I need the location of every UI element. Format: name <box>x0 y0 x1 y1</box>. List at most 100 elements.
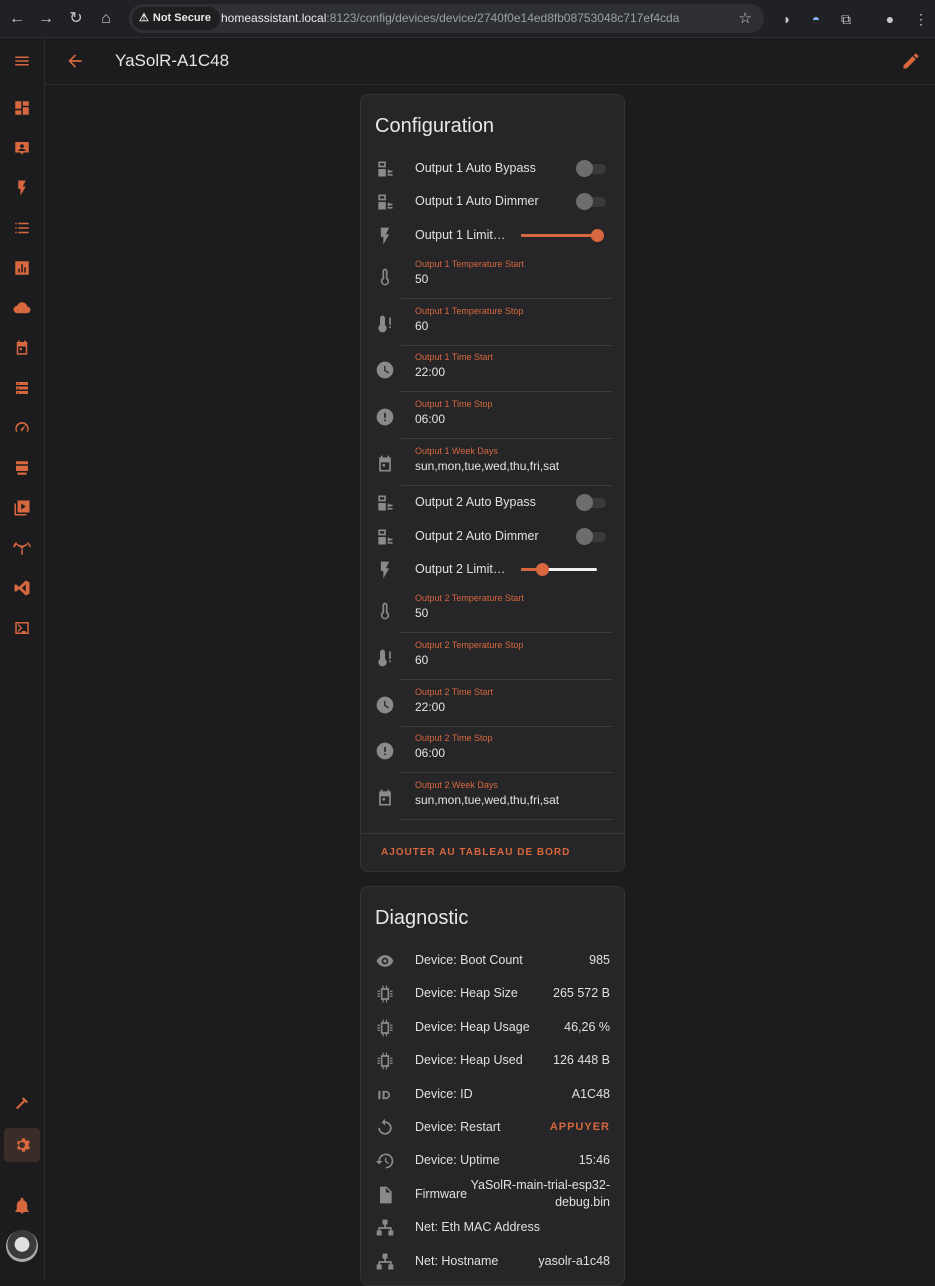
page-header: YaSolR-A1C48 <box>45 38 935 85</box>
terminal-icon[interactable] <box>4 611 40 645</box>
diagnostic-row: Device: Restart APPUYER <box>361 1111 624 1144</box>
row-label: Output 2 Auto Bypass <box>415 495 536 510</box>
row-label: Device: Heap Used <box>415 1053 523 1068</box>
text-field[interactable]: Output 2 Temperature Stop 60 <box>361 634 624 681</box>
flash-icon <box>375 226 395 246</box>
list-icon[interactable] <box>4 211 40 245</box>
diagnostic-row: Device: ID A1C48 <box>361 1078 624 1111</box>
text-field[interactable]: Output 2 Time Start 22:00 <box>361 681 624 728</box>
flash-icon[interactable] <box>4 171 40 205</box>
calendar-icon <box>375 454 395 474</box>
field-box[interactable]: Output 1 Time Start 22:00 <box>401 346 612 393</box>
text-field[interactable]: Output 1 Temperature Stop 60 <box>361 300 624 347</box>
back-arrow-icon[interactable] <box>65 51 85 71</box>
text-field[interactable]: Output 2 Week Days sun,mon,tue,wed,thu,fr… <box>361 774 624 821</box>
field-box[interactable]: Output 1 Temperature Stop 60 <box>401 300 612 346</box>
back-arrow-icon[interactable]: ← <box>7 9 27 29</box>
limit-slider[interactable] <box>521 228 604 242</box>
media-icon[interactable] <box>4 491 40 525</box>
restart-press-button[interactable]: APPUYER <box>550 1111 610 1144</box>
field-value[interactable]: sun,mon,tue,wed,thu,fri,sat <box>415 793 559 807</box>
field-value[interactable]: sun,mon,tue,wed,thu,fri,sat <box>415 459 559 473</box>
field-value[interactable]: 22:00 <box>415 365 445 379</box>
slider-thumb[interactable] <box>591 228 604 242</box>
url-text[interactable]: homeassistant.local:8123/config/devices/… <box>221 4 679 33</box>
row-label: Device: Heap Size <box>415 986 518 1001</box>
switch-knob[interactable] <box>576 494 593 512</box>
bookmark-star-icon[interactable]: ☆ <box>739 9 752 27</box>
toggle-switch[interactable] <box>576 160 606 177</box>
puzzle-icon[interactable]: ⧉ <box>836 9 856 29</box>
field-value[interactable]: 50 <box>415 606 428 620</box>
text-field[interactable]: Output 2 Temperature Start 50 <box>361 587 624 634</box>
switch-row: Output 2 Auto Bypass <box>361 486 624 519</box>
extension-icon[interactable]: ◗ <box>777 9 797 29</box>
diagnostic-card: Diagnostic Device: Boot Count 985 Device: … <box>360 886 625 1286</box>
text-field[interactable]: Output 1 Time Stop 06:00 <box>361 393 624 440</box>
account-icon[interactable]: ● <box>880 9 900 29</box>
switch-row: Output 1 Auto Dimmer <box>361 185 624 218</box>
slider-row: Output 1 Limit… <box>361 219 624 252</box>
speedometer-icon[interactable] <box>4 411 40 445</box>
toggle-switch[interactable] <box>576 494 606 512</box>
forward-arrow-icon[interactable]: → <box>36 9 56 29</box>
field-box[interactable]: Output 2 Time Stop 06:00 <box>401 727 612 774</box>
hammer-icon[interactable] <box>4 1087 40 1121</box>
limit-slider[interactable] <box>521 563 597 576</box>
field-box[interactable]: Output 2 Temperature Stop 60 <box>401 634 612 680</box>
field-box[interactable]: Output 2 Week Days sun,mon,tue,wed,thu,fr… <box>401 774 612 821</box>
row-value: YaSolR-main-trial-esp32-debug.bin <box>470 1177 610 1209</box>
hacs-icon[interactable] <box>4 451 40 485</box>
dashboard-icon[interactable] <box>4 91 40 125</box>
security-chip[interactable]: ⚠ Not Secure <box>132 7 220 30</box>
chart-icon[interactable] <box>4 251 40 285</box>
text-field[interactable]: Output 2 Time Stop 06:00 <box>361 727 624 774</box>
switch-knob[interactable] <box>576 193 593 211</box>
text-field[interactable]: Output 1 Temperature Start 50 <box>361 253 624 300</box>
transfer-icon <box>375 493 395 513</box>
slider-thumb[interactable] <box>536 563 550 576</box>
field-box[interactable]: Output 1 Temperature Start 50 <box>401 253 612 299</box>
kebab-menu-icon[interactable]: ⋮ <box>911 9 931 29</box>
account-box-icon[interactable] <box>4 131 40 165</box>
field-label: Output 2 Temperature Stop <box>415 639 524 650</box>
broadcast-icon[interactable] <box>4 531 40 565</box>
address-bar[interactable]: ⚠ Not Secure homeassistant.local:8123/con… <box>129 4 764 33</box>
field-value[interactable]: 22:00 <box>415 700 445 714</box>
calendar-icon[interactable] <box>4 331 40 365</box>
home-icon[interactable]: ⌂ <box>96 9 116 29</box>
switch-knob[interactable] <box>576 160 593 177</box>
menu-icon[interactable] <box>4 44 40 78</box>
slider-fill <box>521 233 597 237</box>
profile-extension-icon[interactable]: ◓ <box>806 9 826 29</box>
add-to-dashboard-button[interactable]: AJOUTER AU TABLEAU DE BORD <box>381 847 570 858</box>
text-field[interactable]: Output 1 Time Start 22:00 <box>361 346 624 393</box>
field-value[interactable]: 50 <box>415 272 428 286</box>
toggle-switch[interactable] <box>576 193 606 211</box>
bell-icon[interactable] <box>4 1189 40 1223</box>
field-value[interactable]: 06:00 <box>415 746 445 760</box>
history-icon <box>375 1151 395 1171</box>
field-value[interactable]: 60 <box>415 653 428 667</box>
vscode-icon[interactable] <box>4 571 40 605</box>
field-box[interactable]: Output 2 Temperature Start 50 <box>401 587 612 633</box>
text-field[interactable]: Output 1 Week Days sun,mon,tue,wed,thu,fr… <box>361 440 624 487</box>
avatar[interactable] <box>6 1230 38 1262</box>
field-value[interactable]: 06:00 <box>415 412 445 426</box>
clock-alert-icon <box>375 407 395 427</box>
settings-icon[interactable] <box>4 1128 40 1162</box>
reload-icon[interactable]: ↻ <box>66 9 86 29</box>
row-label: Net: Eth MAC Address <box>415 1220 541 1235</box>
switch-knob[interactable] <box>576 527 593 545</box>
pencil-icon[interactable] <box>901 51 921 71</box>
chip-icon <box>375 984 395 1004</box>
field-box[interactable]: Output 2 Time Start 22:00 <box>401 681 612 727</box>
cloud-icon[interactable] <box>4 291 40 325</box>
row-label: Net: Hostname <box>415 1253 499 1268</box>
field-box[interactable]: Output 1 Week Days sun,mon,tue,wed,thu,fr… <box>401 440 612 486</box>
server-icon[interactable] <box>4 371 40 405</box>
field-box[interactable]: Output 1 Time Stop 06:00 <box>401 393 612 440</box>
field-value[interactable]: 60 <box>415 319 428 333</box>
toggle-switch[interactable] <box>576 527 606 545</box>
row-label: Device: Boot Count <box>415 953 523 967</box>
